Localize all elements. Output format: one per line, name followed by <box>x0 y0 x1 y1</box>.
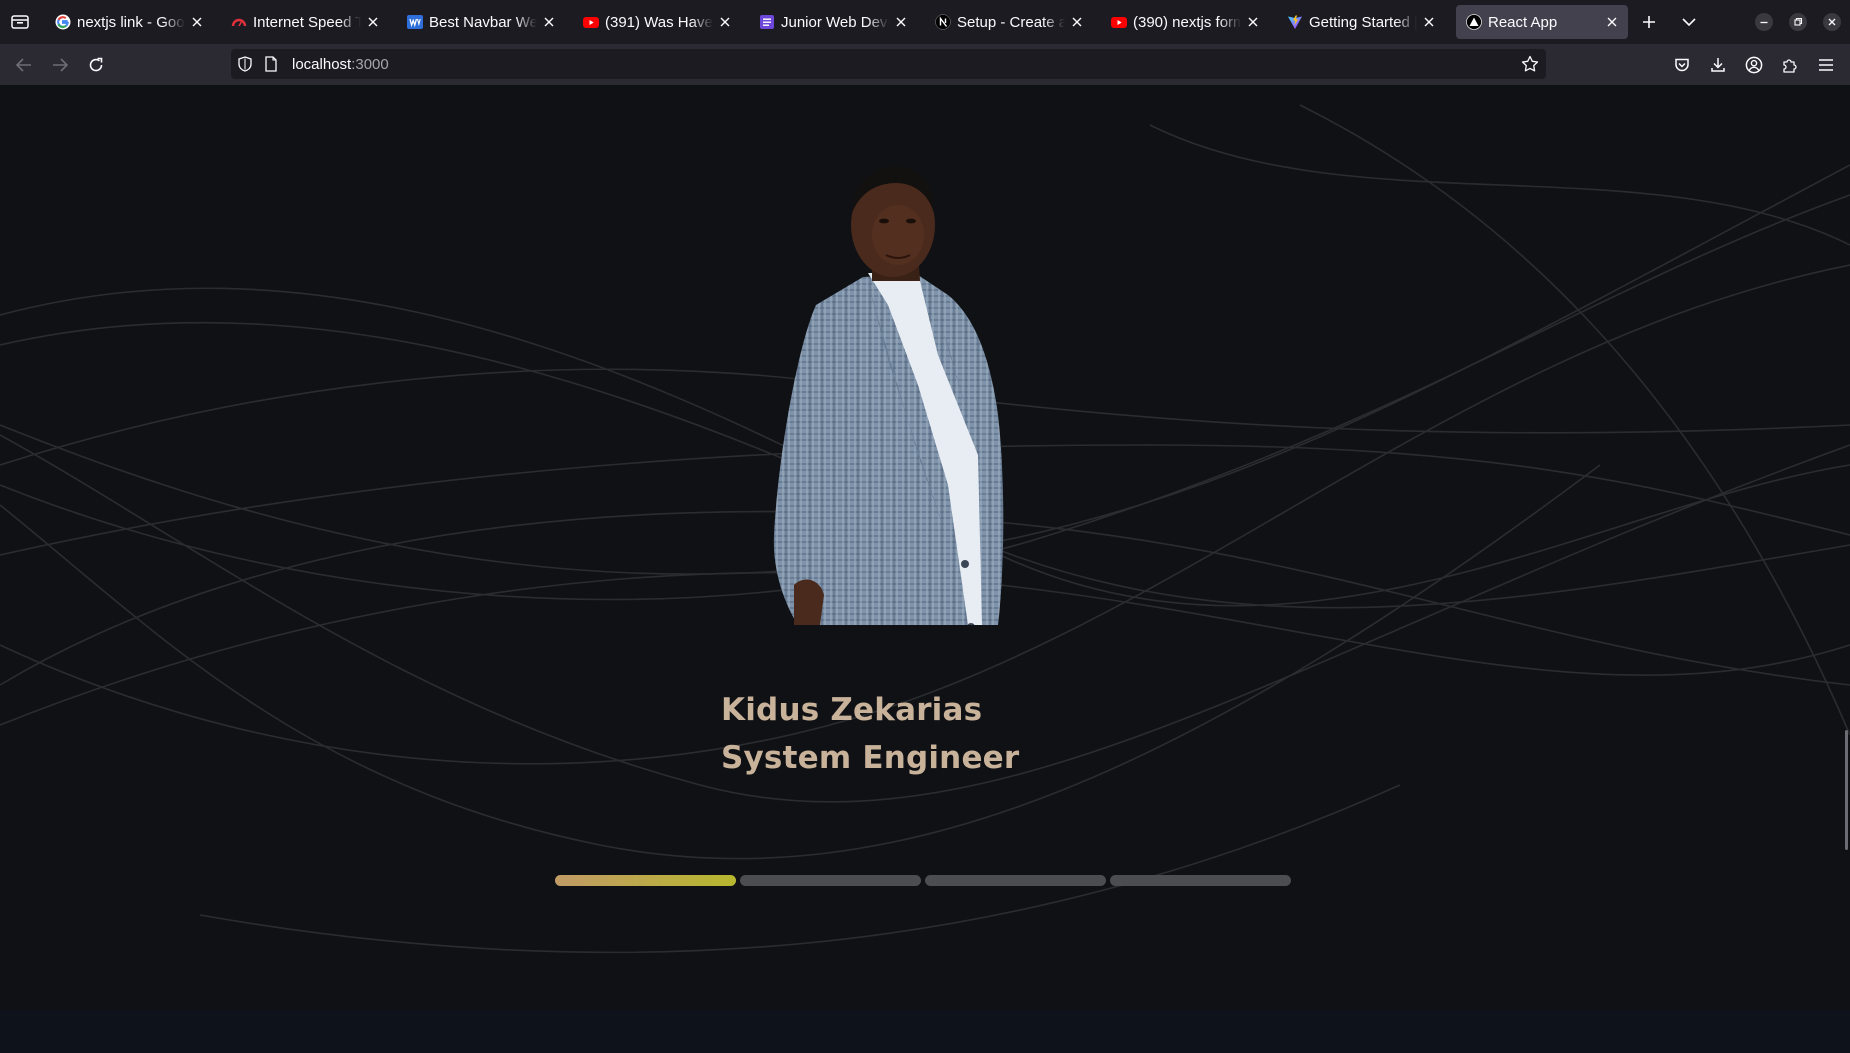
tab-close-icon[interactable] <box>541 14 557 30</box>
hamburger-menu-icon[interactable] <box>1813 52 1839 78</box>
tab-react-app[interactable]: React App <box>1456 5 1628 39</box>
progress-segment-3[interactable] <box>925 875 1106 886</box>
url-text[interactable]: localhost:3000 <box>292 56 389 73</box>
footer-band <box>0 1010 1850 1053</box>
tab-title: Best Navbar Website <box>429 13 537 31</box>
react-app-icon <box>1466 14 1482 30</box>
webflow-icon <box>407 14 423 30</box>
downloads-icon[interactable] <box>1705 52 1731 78</box>
vite-icon <box>1287 14 1303 30</box>
pocket-icon[interactable] <box>1669 52 1695 78</box>
reload-icon[interactable] <box>83 52 109 78</box>
tab-title: React App <box>1488 13 1558 31</box>
tab-title: (390) nextjs form <box>1133 13 1241 31</box>
tab-junior-web-developer[interactable]: Junior Web Developer <box>749 5 917 39</box>
tab-close-icon[interactable] <box>365 14 381 30</box>
bookmark-star-icon[interactable] <box>1521 55 1539 78</box>
hero-role: System Engineer <box>721 740 1020 776</box>
new-tab-plus-icon[interactable] <box>1637 10 1661 34</box>
tracking-shield-icon[interactable] <box>237 56 253 77</box>
tab-title: Getting Started | Vite <box>1309 13 1417 31</box>
tab-close-icon[interactable] <box>893 14 909 30</box>
tab-youtube-havertz[interactable]: (391) Was Havertz <box>573 5 741 39</box>
tab-close-icon[interactable] <box>1245 14 1261 30</box>
browser-window: nextjs link - Google Search Internet Spe… <box>0 0 1850 1053</box>
restore-window-icon[interactable] <box>1786 10 1810 34</box>
firefox-view-icon[interactable] <box>8 10 32 34</box>
youtube-icon <box>1111 14 1127 30</box>
progress-segment-4[interactable] <box>1110 875 1291 886</box>
tab-google-search[interactable]: nextjs link - Google Search <box>45 5 213 39</box>
tab-nextjs-setup[interactable]: Setup - Create a Next <box>925 5 1093 39</box>
list-all-tabs-chevron-icon[interactable] <box>1677 10 1701 34</box>
page-info-icon[interactable] <box>264 56 278 77</box>
tab-strip: nextjs link - Google Search Internet Spe… <box>0 0 1850 44</box>
close-window-icon[interactable] <box>1820 10 1844 34</box>
url-bar[interactable]: localhost:3000 <box>231 49 1546 79</box>
tab-youtube-nextjs-form[interactable]: (390) nextjs form <box>1101 5 1269 39</box>
url-host: localhost <box>292 56 352 73</box>
progress-segment-1[interactable] <box>555 875 736 886</box>
wave-line <box>199 784 1401 954</box>
tab-best-navbar[interactable]: Best Navbar Website <box>397 5 565 39</box>
nextjs-icon <box>935 14 951 30</box>
portrait-photo <box>773 166 1004 625</box>
page-content: Kidus Zekarias System Engineer <box>0 85 1850 1053</box>
tab-title: Setup - Create a Next <box>957 13 1065 31</box>
navigation-toolbar: localhost:3000 <box>0 44 1850 85</box>
forward-arrow-icon[interactable] <box>47 52 73 78</box>
tab-vite-getting-started[interactable]: Getting Started | Vite <box>1277 5 1445 39</box>
url-port: :3000 <box>351 56 389 73</box>
tab-title: Junior Web Developer <box>781 13 889 31</box>
wave-line <box>1149 124 1850 246</box>
youtube-icon <box>583 14 599 30</box>
tab-close-icon[interactable] <box>189 14 205 30</box>
account-icon[interactable] <box>1741 52 1767 78</box>
tab-close-icon[interactable] <box>717 14 733 30</box>
back-arrow-icon[interactable] <box>11 52 37 78</box>
document-list-icon <box>759 14 775 30</box>
extensions-puzzle-icon[interactable] <box>1777 52 1803 78</box>
minimize-window-icon[interactable] <box>1752 10 1776 34</box>
google-icon <box>55 14 71 30</box>
wave-line <box>1299 104 1850 736</box>
tab-title: Internet Speed Test <box>253 13 361 31</box>
tab-title: nextjs link - Google Search <box>77 13 185 31</box>
tab-internet-speed-test[interactable]: Internet Speed Test <box>221 5 389 39</box>
scrollbar-thumb[interactable] <box>1845 730 1848 850</box>
progress-segment-2[interactable] <box>740 875 921 886</box>
speedometer-icon <box>231 14 247 30</box>
tab-close-icon[interactable] <box>1069 14 1085 30</box>
hero-name: Kidus Zekarias <box>721 692 983 728</box>
tab-close-icon[interactable] <box>1604 14 1620 30</box>
tab-title: (391) Was Havertz <box>605 13 713 31</box>
tab-close-icon[interactable] <box>1421 14 1437 30</box>
progress-fill <box>555 875 736 886</box>
